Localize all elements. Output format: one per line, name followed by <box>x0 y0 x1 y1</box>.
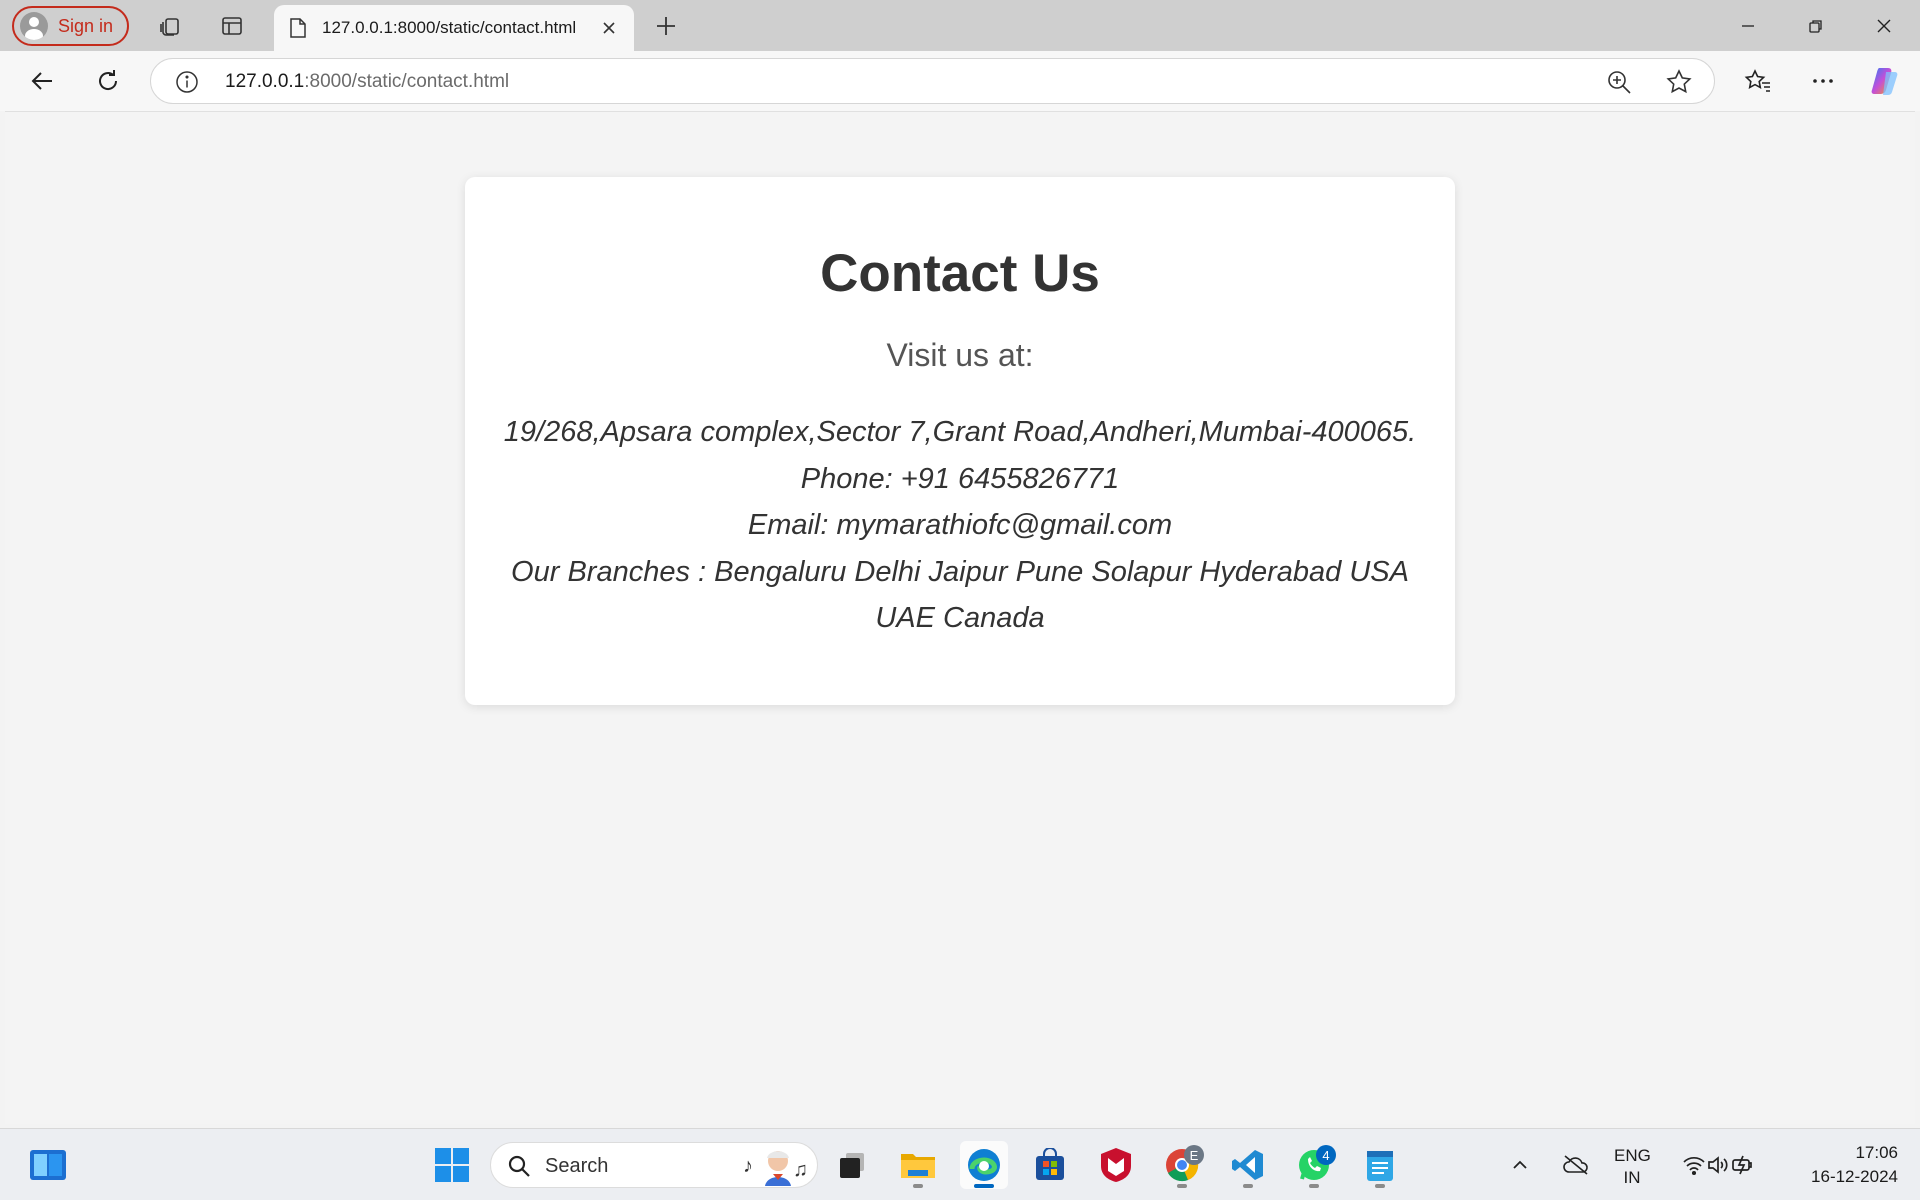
restore-button[interactable] <box>1782 0 1850 51</box>
volume-icon <box>1708 1156 1728 1174</box>
task-view-icon <box>840 1153 864 1178</box>
tab-actions-icon <box>222 17 242 35</box>
show-hidden-icons-button[interactable] <box>1502 1141 1538 1189</box>
quick-settings-button[interactable] <box>1670 1141 1770 1189</box>
vertical-tabs-button[interactable] <box>214 8 250 44</box>
notepad-button[interactable] <box>1356 1141 1404 1189</box>
notepad-icon <box>1367 1151 1393 1181</box>
url-path: :8000/static/contact.html <box>304 71 510 92</box>
edge-icon <box>968 1149 1000 1181</box>
close-icon <box>1877 19 1891 32</box>
region-code: IN <box>1623 1168 1641 1187</box>
chrome-button[interactable]: E <box>1158 1141 1206 1189</box>
contact-card: Contact Us Visit us at: 19/268,Apsara co… <box>465 177 1455 705</box>
tab-strip: Sign in 127.0.0.1:8000/static/contact.ht… <box>0 0 1920 51</box>
battery-charging-icon <box>1732 1155 1752 1175</box>
cloud-offline-icon <box>1563 1155 1588 1175</box>
folder-icon <box>901 1154 935 1178</box>
contact-details: 19/268,Apsara complex,Sector 7,Grant Roa… <box>495 409 1425 642</box>
whatsapp-notification-badge: 4 <box>1316 1145 1336 1165</box>
clock-date: 16-12-2024 <box>1811 1167 1898 1186</box>
vscode-icon <box>1232 1150 1263 1180</box>
system-clock[interactable]: 17:06 16-12-2024 <box>1778 1141 1898 1189</box>
microsoft-store-button[interactable] <box>1026 1141 1074 1189</box>
new-tab-button[interactable] <box>648 8 684 44</box>
clock-time: 17:06 <box>1855 1143 1898 1162</box>
file-explorer-button[interactable] <box>894 1141 942 1189</box>
tab-title: 127.0.0.1:8000/static/contact.html <box>322 18 577 37</box>
whatsapp-button[interactable]: 4 <box>1290 1141 1338 1189</box>
minimize-button[interactable] <box>1714 0 1782 51</box>
branches-list: Our Branches : Bengaluru Delhi Jaipur Pu… <box>511 555 1409 635</box>
favorites-icon <box>1744 69 1770 92</box>
running-indicator <box>1243 1184 1253 1188</box>
page-file-icon <box>290 18 306 38</box>
store-icon <box>1036 1148 1064 1180</box>
sign-in-label: Sign in <box>58 15 114 36</box>
running-indicator <box>974 1184 994 1188</box>
settings-more-button[interactable] <box>1803 61 1843 101</box>
windows-taskbar: Search ♪ ♫ E 4 ENG IN 17:06 16-12-2024 <box>0 1128 1920 1200</box>
add-favorite-star-icon[interactable] <box>1665 68 1693 96</box>
favorites-button[interactable] <box>1738 61 1778 101</box>
running-indicator <box>1375 1184 1385 1188</box>
edge-button[interactable] <box>960 1141 1008 1189</box>
running-indicator <box>1177 1184 1187 1188</box>
language-code: ENG <box>1614 1146 1651 1165</box>
minimize-icon <box>1742 24 1754 27</box>
page-viewport: Contact Us Visit us at: 19/268,Apsara co… <box>5 111 1915 1124</box>
widgets-icon <box>30 1150 66 1180</box>
windows-logo-icon <box>435 1148 469 1182</box>
url-text[interactable]: 127.0.0.1:8000/static/contact.html <box>225 71 509 93</box>
running-indicator <box>913 1184 923 1188</box>
svg-text:♫: ♫ <box>793 1159 808 1181</box>
plus-icon <box>657 17 675 35</box>
profile-avatar-icon <box>20 12 48 40</box>
restore-icon <box>1809 19 1822 33</box>
browser-toolbar: 127.0.0.1:8000/static/contact.html <box>0 51 1920 111</box>
search-label: Search <box>545 1155 609 1177</box>
onedrive-button[interactable] <box>1556 1141 1596 1189</box>
task-view-button[interactable] <box>828 1141 876 1189</box>
postal-address: 19/268,Apsara complex,Sector 7,Grant Roa… <box>503 416 1417 448</box>
language-indicator[interactable]: ENG IN <box>1614 1145 1651 1189</box>
search-icon <box>508 1155 530 1177</box>
mcafee-shield-icon <box>1101 1148 1131 1182</box>
workspaces-button[interactable] <box>152 8 188 44</box>
zoom-icon[interactable] <box>1606 69 1632 95</box>
back-button[interactable] <box>22 61 62 101</box>
wifi-icon <box>1683 1156 1705 1176</box>
copilot-button[interactable] <box>1866 61 1906 101</box>
more-dots-icon <box>1813 79 1833 83</box>
taskbar-search[interactable]: Search ♪ ♫ <box>490 1142 818 1188</box>
address-bar[interactable]: 127.0.0.1:8000/static/contact.html <box>150 58 1715 104</box>
vscode-button[interactable] <box>1224 1141 1272 1189</box>
widgets-button[interactable] <box>24 1141 72 1189</box>
sign-in-button[interactable]: Sign in <box>12 6 130 46</box>
url-host: 127.0.0.1 <box>225 71 305 92</box>
chrome-profile-badge: E <box>1184 1145 1204 1165</box>
page-title: Contact Us <box>820 244 1100 303</box>
close-window-button[interactable] <box>1850 0 1918 51</box>
mcafee-button[interactable] <box>1092 1141 1140 1189</box>
copilot-icon <box>1871 68 1898 95</box>
start-button[interactable] <box>428 1141 476 1189</box>
back-arrow-icon <box>31 72 52 90</box>
visit-label: Visit us at: <box>886 337 1034 373</box>
email-address: Email: mymarathiofc@gmail.com <box>747 509 1173 541</box>
svg-text:♪: ♪ <box>743 1155 753 1177</box>
chevron-up-icon <box>1513 1160 1527 1169</box>
refresh-icon <box>99 70 118 90</box>
phone-number: Phone: +91 6455826771 <box>800 462 1120 495</box>
running-indicator <box>1309 1184 1319 1188</box>
refresh-button[interactable] <box>88 61 128 101</box>
close-tab-icon[interactable] <box>598 17 620 39</box>
workspaces-icon <box>160 18 179 36</box>
search-highlight-illustration-icon: ♪ ♫ <box>743 1151 808 1186</box>
active-tab[interactable]: 127.0.0.1:8000/static/contact.html <box>274 5 634 51</box>
site-info-icon[interactable] <box>175 70 199 94</box>
